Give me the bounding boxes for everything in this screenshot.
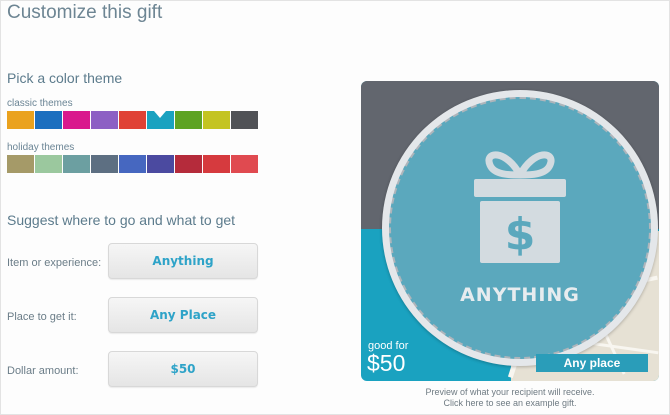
svg-text:$: $ <box>505 209 536 260</box>
amount-selector-button[interactable]: $50 <box>108 351 258 387</box>
swatch-purple[interactable] <box>91 111 118 129</box>
place-selector-button[interactable]: Any Place <box>108 297 258 333</box>
swatch-khaki[interactable] <box>7 155 34 173</box>
swatch-indigo[interactable] <box>147 155 174 173</box>
swatch-red[interactable] <box>203 155 230 173</box>
swatch-crimson[interactable] <box>175 155 202 173</box>
swatch-olive[interactable] <box>203 111 230 129</box>
item-selector-button[interactable]: Anything <box>108 243 258 279</box>
swatch-slate-teal[interactable] <box>63 155 90 173</box>
swatch-magenta[interactable] <box>63 111 90 129</box>
swatch-steel[interactable] <box>91 155 118 173</box>
gift-badge: $ ANYTHING <box>382 90 658 366</box>
badge-text: ANYTHING <box>460 284 580 306</box>
swatch-charcoal[interactable] <box>231 111 258 129</box>
color-theme-heading: Pick a color theme <box>7 70 123 86</box>
place-label: Place to get it: <box>7 311 77 323</box>
page-title: Customize this gift <box>7 2 163 23</box>
classic-theme-swatches <box>7 111 259 129</box>
holiday-theme-swatches <box>7 155 259 173</box>
preview-caption: Preview of what your recipient will rece… <box>425 387 595 397</box>
item-label: Item or experience: <box>7 257 102 269</box>
gift-box-icon: $ <box>474 151 566 263</box>
swatch-teal[interactable] <box>147 111 174 129</box>
classic-themes-label: classic themes <box>7 98 73 109</box>
amount-label: Dollar amount: <box>7 365 79 377</box>
swatch-royal-blue[interactable] <box>119 155 146 173</box>
swatch-orange[interactable] <box>7 111 34 129</box>
swatch-red[interactable] <box>119 111 146 129</box>
gift-preview-card[interactable]: $ ANYTHING good for $50 Any place <box>361 81 659 381</box>
preview-place-label: Any place <box>536 354 648 372</box>
swatch-green[interactable] <box>175 111 202 129</box>
example-gift-link[interactable]: Click here to see an example gift. <box>361 398 659 408</box>
swatch-coral-red[interactable] <box>231 155 258 173</box>
preview-amount: $50 <box>367 350 406 376</box>
suggest-heading: Suggest where to go and what to get <box>7 212 236 228</box>
holiday-themes-label: holiday themes <box>7 142 75 153</box>
swatch-blue[interactable] <box>35 111 62 129</box>
swatch-sage[interactable] <box>35 155 62 173</box>
